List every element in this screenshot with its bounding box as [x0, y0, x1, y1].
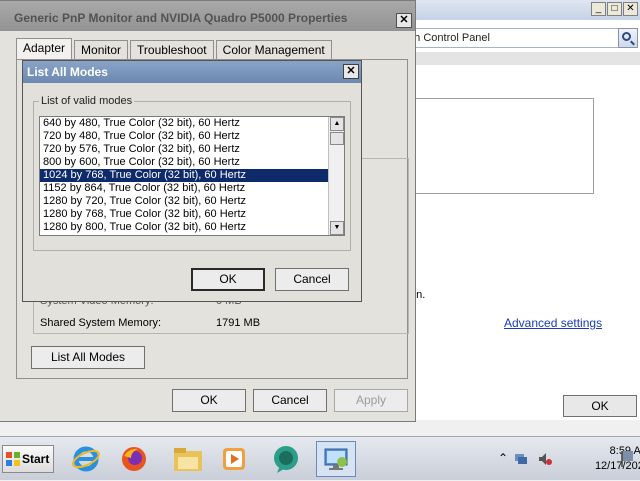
search-input[interactable]: rch Control Panel [398, 28, 638, 48]
modes-ok-button[interactable]: OK [191, 268, 265, 291]
shared-memory-value: 1791 MB [216, 317, 261, 329]
background-ok-button[interactable]: OK [563, 395, 637, 417]
mode-list-item[interactable]: 640 by 480, True Color (32 bit), 60 Hert… [40, 117, 328, 130]
tab-troubleshoot[interactable]: Troubleshoot [130, 40, 214, 59]
mode-list-item[interactable]: 1024 by 768, True Color (32 bit), 60 Her… [40, 169, 328, 182]
properties-apply-button[interactable]: Apply [334, 389, 408, 412]
tab-monitor[interactable]: Monitor [74, 40, 129, 59]
mode-list-item[interactable]: 1280 by 768, True Color (32 bit), 60 Her… [40, 208, 328, 221]
tab-adapter[interactable]: Adapter [16, 38, 73, 59]
start-button[interactable]: Start [2, 445, 54, 473]
minimize-button[interactable]: _ [591, 2, 606, 16]
search-icon [622, 32, 631, 41]
modes-group-label: List of valid modes [39, 95, 135, 107]
mode-list-item[interactable]: 1280 by 720, True Color (32 bit), 60 Her… [40, 195, 328, 208]
properties-titlebar: Generic PnP Monitor and NVIDIA Quadro P5… [0, 1, 415, 31]
window-bottom-strip [0, 420, 640, 436]
command-bar [398, 52, 640, 65]
window-controls: _ □ ✕ [591, 2, 638, 16]
volume-muted-icon[interactable] [538, 452, 552, 466]
windows-logo-icon [6, 452, 20, 466]
properties-cancel-button[interactable]: Cancel [253, 389, 327, 412]
modes-scrollbar[interactable]: ▲ ▼ [328, 117, 344, 235]
scroll-down-arrow-icon[interactable]: ▼ [330, 221, 344, 235]
mode-list-item[interactable]: 1280 by 800, True Color (32 bit), 60 Her… [40, 221, 328, 234]
modes-listbox[interactable]: 640 by 480, True Color (32 bit), 60 Hert… [39, 116, 345, 236]
taskbar: Start ⌃ [0, 436, 640, 480]
mode-list-item[interactable]: 720 by 480, True Color (32 bit), 60 Hert… [40, 130, 328, 143]
notification-flag-icon[interactable] [620, 448, 636, 468]
mode-list-item[interactable]: 1152 by 864, True Color (32 bit), 60 Her… [40, 182, 328, 195]
tab-color-management[interactable]: Color Management [215, 40, 332, 59]
start-label: Start [22, 452, 50, 466]
properties-tabs: Adapter Monitor Troubleshoot Color Manag… [16, 38, 334, 59]
shared-memory-label: Shared System Memory: [40, 317, 162, 329]
file-explorer-icon[interactable] [168, 441, 208, 477]
list-all-modes-dialog: List All Modes ✕ List of valid modes 640… [22, 60, 362, 302]
scroll-thumb[interactable] [330, 132, 344, 145]
list-all-modes-button[interactable]: List All Modes [31, 346, 145, 369]
network-icon[interactable] [514, 452, 528, 466]
close-button[interactable]: ✕ [623, 2, 638, 16]
properties-close-button[interactable]: ✕ [396, 13, 412, 28]
modes-close-button[interactable]: ✕ [343, 64, 359, 79]
modes-title: List All Modes [27, 65, 108, 79]
mode-list-item[interactable]: 800 by 600, True Color (32 bit), 60 Hert… [40, 156, 328, 169]
advanced-settings-link[interactable]: Advanced settings [504, 316, 602, 330]
properties-title: Generic PnP Monitor and NVIDIA Quadro P5… [14, 11, 348, 25]
show-hidden-icons-icon[interactable]: ⌃ [498, 451, 508, 465]
modes-cancel-button[interactable]: Cancel [275, 268, 349, 291]
control-panel-icon[interactable] [316, 441, 356, 477]
scroll-up-arrow-icon[interactable]: ▲ [330, 117, 344, 131]
properties-ok-button[interactable]: OK [172, 389, 246, 412]
mode-list-item[interactable]: 720 by 576, True Color (32 bit), 60 Hert… [40, 143, 328, 156]
modes-titlebar: List All Modes [23, 61, 361, 83]
chat-app-icon[interactable] [266, 441, 306, 477]
media-player-icon[interactable] [214, 441, 254, 477]
search-button[interactable] [618, 28, 638, 48]
internet-explorer-icon[interactable] [66, 441, 106, 477]
firefox-icon[interactable] [114, 441, 154, 477]
maximize-button[interactable]: □ [607, 2, 622, 16]
display-preview-box [410, 98, 594, 194]
